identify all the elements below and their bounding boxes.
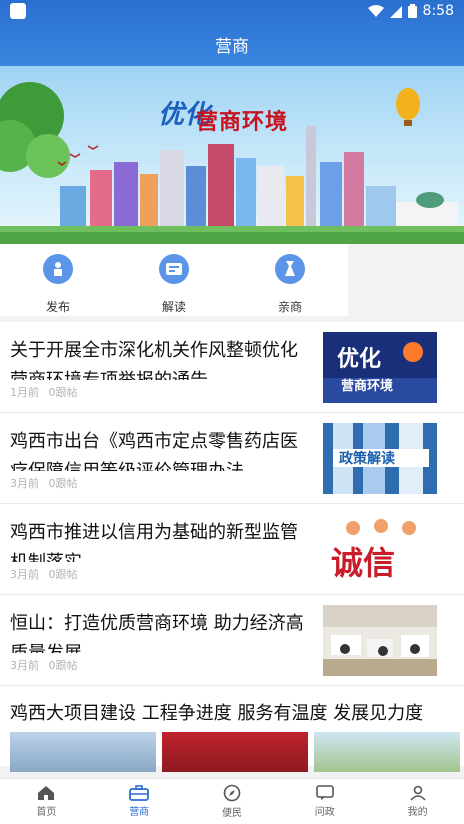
banner-title-line2: 营商环境 [196,110,289,135]
interpret-icon [159,254,189,284]
news-title: 关于开展全市深化机关作风整顿优化营商环境专项举报的通告 [10,340,298,380]
news-title: 鸡西市出台《鸡西市定点零售药店医疗保障信用等级评价管理办法 [10,431,298,471]
news-followups: 0跟帖 [48,477,78,490]
list-item[interactable]: 恒山：打造优质营商环境 助力经济高质量发展 3月前 0跟帖 [0,595,464,686]
news-list: 关于开展全市深化机关作风整顿优化营商环境专项举报的通告 1月前 0跟帖 优化 营… [0,322,464,772]
quick-action-pro-business[interactable]: 亲商 [232,244,348,316]
nav-business[interactable]: 营商 [93,779,186,824]
news-title: 恒山：打造优质营商环境 助力经济高质量发展 [10,613,304,653]
status-time: 8:58 [422,3,454,19]
promo-banner[interactable]: 优化 营商环境 [0,66,464,244]
news-thumbnail: 优化 营商环境 [323,332,437,403]
city-skyline-illustration [0,82,464,244]
app-header: 8:58 营商 [0,0,464,66]
news-meta: 3月前 0跟帖 [10,475,84,491]
signal-icon [389,5,402,18]
featured-title: 鸡西大项目建设 工程争进度 服务有温度 发展见力度 [10,703,424,724]
list-item[interactable]: 鸡西市推进以信用为基础的新型监管机制落实 3月前 0跟帖 诚信 [0,504,464,595]
nav-label: 我的 [407,807,428,818]
quick-action-label: 解读 [161,300,186,314]
news-followups: 0跟帖 [48,386,78,399]
wifi-icon [367,4,384,17]
featured-image [10,732,156,772]
status-bar: 8:58 [0,0,464,22]
compass-icon [223,784,241,802]
featured-item[interactable]: 鸡西大项目建设 工程争进度 服务有温度 发展见力度 [0,686,464,772]
news-meta: 3月前 0跟帖 [10,657,84,673]
nav-label: 便民 [221,808,242,819]
svg-text:政策解读: 政策解读 [339,450,395,467]
news-thumbnail: 政策解读 [323,423,437,494]
featured-image [162,732,308,772]
nav-label: 问政 [314,807,335,818]
news-time: 3月前 [10,477,39,490]
pro-business-icon [275,254,305,284]
featured-images [10,732,460,772]
nav-mine[interactable]: 我的 [371,779,464,824]
quick-action-label: 发布 [45,300,70,314]
nav-label: 首页 [36,807,57,818]
quick-action-interpret[interactable]: 解读 [116,244,232,316]
publish-icon [43,254,73,284]
news-meta: 3月前 0跟帖 [10,566,84,582]
svg-text:优化: 优化 [337,346,381,372]
list-item[interactable]: 关于开展全市深化机关作风整顿优化营商环境专项举报的通告 1月前 0跟帖 优化 营… [0,322,464,413]
quick-action-publish[interactable]: 发布 [0,244,116,316]
news-followups: 0跟帖 [48,659,78,672]
page-title: 营商 [215,36,249,57]
news-time: 3月前 [10,659,39,672]
app-notification-icon [10,3,26,19]
news-time: 1月前 [10,386,39,399]
battery-icon [407,4,417,18]
nav-home[interactable]: 首页 [0,779,93,824]
nav-convenience[interactable]: 便民 [186,779,279,824]
svg-text:诚信: 诚信 [331,544,395,582]
person-icon [409,785,426,801]
news-thumbnail [323,605,437,676]
home-icon [38,786,55,800]
svg-text:营商环境: 营商环境 [341,378,393,394]
nav-label: 营商 [129,807,150,818]
news-followups: 0跟帖 [48,568,78,581]
news-meta: 1月前 0跟帖 [10,384,84,400]
briefcase-icon [129,785,150,801]
news-thumbnail: 诚信 [323,514,437,585]
quick-action-label: 亲商 [277,300,302,314]
chat-icon [315,785,334,800]
nav-inquiry[interactable]: 问政 [278,779,371,824]
featured-image [314,732,460,772]
news-title: 鸡西市推进以信用为基础的新型监管机制落实 [10,522,298,562]
bottom-navigation: 首页 营商 便民 问政 我的 [0,778,464,824]
list-item[interactable]: 鸡西市出台《鸡西市定点零售药店医疗保障信用等级评价管理办法 3月前 0跟帖 政策… [0,413,464,504]
news-time: 3月前 [10,568,39,581]
quick-actions: 发布 解读 亲商 [0,244,348,316]
